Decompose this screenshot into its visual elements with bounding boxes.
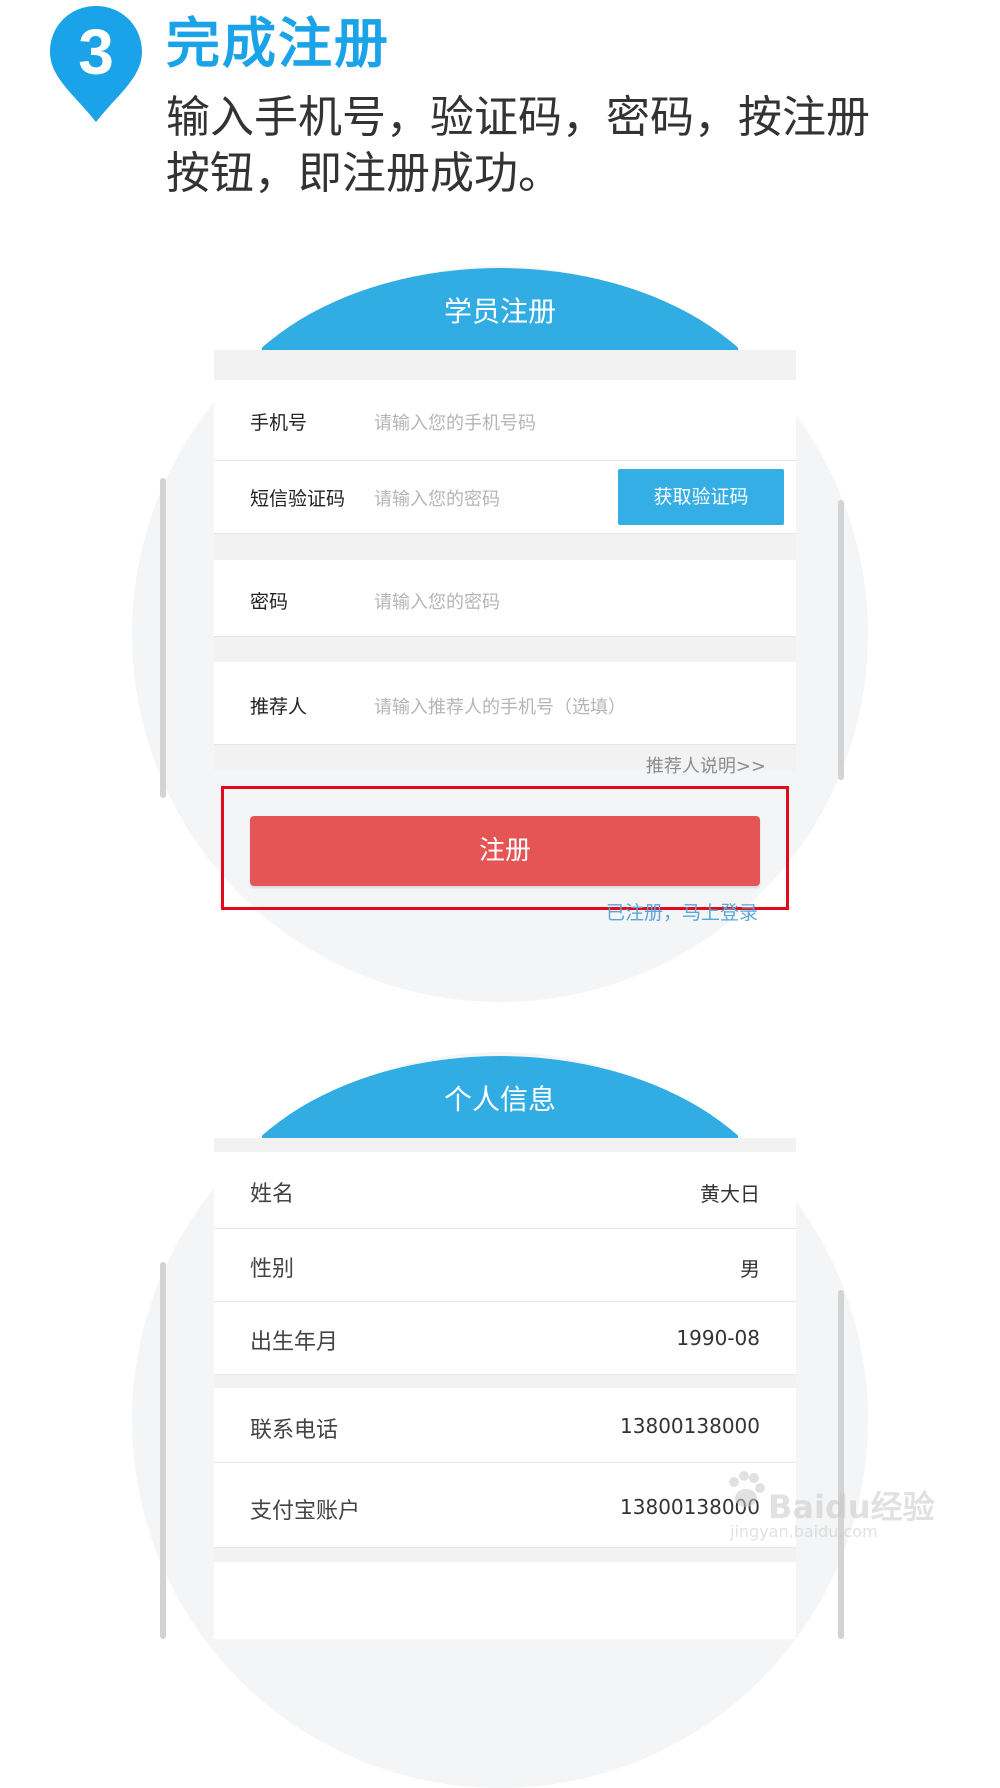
info-value: 13800138000 [620,1414,760,1438]
profile-card: 姓名 黄大日 性别 男 出生年月 1990-08 联系电话 1380013800… [214,1138,796,1639]
register-panel-right-edge [838,500,844,780]
register-panel-left-edge [160,478,166,798]
info-row-name: 姓名 黄大日 [214,1152,796,1229]
referrer-input[interactable]: 请输入推荐人的手机号（选填） [374,693,626,719]
paw-icon [729,1471,765,1507]
password-row: 密码 请输入您的密码 [214,560,796,637]
info-row-partial [214,1562,796,1639]
referrer-label: 推荐人 [250,696,308,718]
profile-panel-right-edge [838,1290,844,1639]
step-title: 完成注册 [166,12,390,75]
info-row-birth: 出生年月 1990-08 [214,1302,796,1375]
password-input[interactable]: 请输入您的密码 [374,588,500,614]
info-row-alipay: 支付宝账户 13800138000 [214,1463,796,1548]
info-value: 黄大日 [700,1182,760,1206]
sms-code-row: 短信验证码 请输入您的密码 获取验证码 [214,461,796,534]
info-value: 1990-08 [676,1326,760,1350]
info-label: 联系电话 [250,1418,339,1443]
phone-label: 手机号 [250,412,308,434]
info-row-gender: 性别 男 [214,1229,796,1302]
info-label: 支付宝账户 [250,1499,361,1524]
step-description: 输入手机号，验证码，密码，按注册按钮，即注册成功。 [166,92,870,199]
referrer-row: 推荐人 请输入推荐人的手机号（选填） [214,662,796,745]
register-header-arc: 学员注册 [262,268,738,350]
register-button[interactable]: 注册 [250,816,760,886]
step-number: 3 [78,16,114,88]
step-number-pin-icon: 3 [48,4,144,124]
profile-panel-left-edge [160,1262,166,1639]
get-code-button[interactable]: 获取验证码 [618,469,784,525]
password-label: 密码 [250,591,289,613]
info-value: 男 [740,1257,760,1281]
register-title: 学员注册 [443,295,556,328]
sms-code-label: 短信验证码 [250,488,346,510]
sms-code-input[interactable]: 请输入您的密码 [374,485,500,511]
login-link[interactable]: 已注册，马上登录 [606,898,758,925]
profile-header-arc: 个人信息 [262,1056,738,1138]
register-form-card: 手机号 请输入您的手机号码 短信验证码 请输入您的密码 获取验证码 密码 请输入… [214,350,796,777]
info-label: 性别 [250,1257,295,1282]
watermark-url: jingyan.baidu.com [730,1522,878,1541]
info-label: 姓名 [250,1182,295,1207]
referrer-note-link[interactable]: 推荐人说明>> [646,752,766,778]
info-row-phone: 联系电话 13800138000 [214,1388,796,1463]
phone-row: 手机号 请输入您的手机号码 [214,380,796,461]
profile-title: 个人信息 [443,1083,556,1116]
phone-input[interactable]: 请输入您的手机号码 [374,409,536,435]
baidu-watermark: Baidu经验 jingyan.baidu.com [724,1468,935,1548]
info-label: 出生年月 [250,1330,339,1355]
